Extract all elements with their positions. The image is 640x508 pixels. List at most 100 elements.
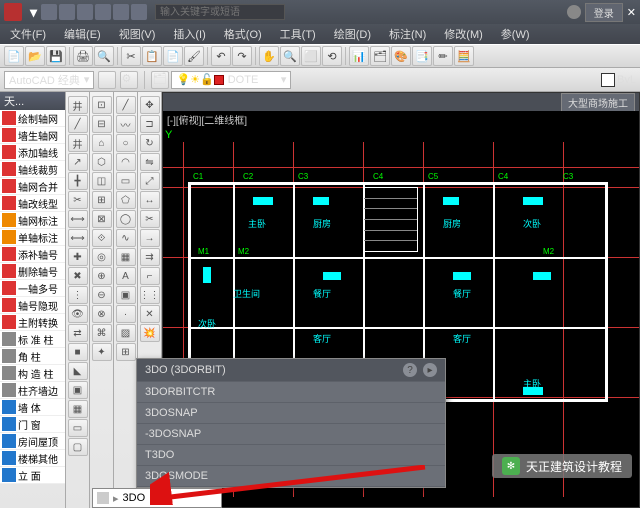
ext-icon[interactable]: ↗ <box>68 153 88 171</box>
d-spline-icon[interactable]: ∿ <box>116 229 136 247</box>
new-icon[interactable]: 📄 <box>4 46 24 66</box>
tian-item[interactable]: 轴线裁剪 <box>0 161 65 178</box>
viewport-label[interactable]: [-][俯视][二维线框] <box>163 111 639 127</box>
cut-icon[interactable]: ✂ <box>121 46 141 66</box>
workspace-select[interactable]: AutoCAD 经典▾ <box>4 71 94 89</box>
d-tbl-icon[interactable]: ⊞ <box>116 343 136 361</box>
menu-insert[interactable]: 插入(I) <box>169 24 209 44</box>
menu-format[interactable]: 格式(O) <box>220 24 266 44</box>
btn-c7[interactable]: ⊠ <box>92 210 112 228</box>
tian-item[interactable]: 墙生轴网 <box>0 127 65 144</box>
d-circle-icon[interactable]: ○ <box>116 134 136 152</box>
trim-icon[interactable]: ✂ <box>68 191 88 209</box>
qat-save-icon[interactable] <box>77 4 93 20</box>
d-arc-icon[interactable]: ◠ <box>116 153 136 171</box>
d-reg-icon[interactable]: ▨ <box>116 324 136 342</box>
tian-item[interactable]: 柱齐墙边 <box>0 382 65 399</box>
tian-item[interactable]: 标 准 柱 <box>0 331 65 348</box>
qat-undo-icon[interactable] <box>95 4 111 20</box>
ws-settings-icon[interactable] <box>98 71 116 89</box>
open-icon[interactable]: 📂 <box>25 46 45 66</box>
ac-item[interactable]: 3DORBITCTR <box>137 382 445 403</box>
d-line-icon[interactable]: ╱ <box>116 96 136 114</box>
btn-c5[interactable]: ◫ <box>92 172 112 190</box>
d-pline-icon[interactable]: 〰 <box>116 115 136 133</box>
d-hatch-icon[interactable]: ▦ <box>116 248 136 266</box>
hide-icon[interactable]: 👁 <box>68 305 88 323</box>
menu-modify[interactable]: 修改(M) <box>440 24 487 44</box>
add-icon[interactable]: ✚ <box>68 248 88 266</box>
btn15[interactable]: ◣ <box>68 362 88 380</box>
login-icon[interactable] <box>567 5 581 19</box>
tian-item[interactable]: 构 造 柱 <box>0 365 65 382</box>
match-icon[interactable]: 🖌 <box>184 46 204 66</box>
ac-item[interactable]: 3DOSNAP <box>137 403 445 424</box>
sheet-icon[interactable]: 📑 <box>412 46 432 66</box>
btn-c1[interactable]: ⊡ <box>92 96 112 114</box>
color-swatch[interactable] <box>601 73 615 87</box>
help-icon[interactable]: ? <box>403 363 417 377</box>
tian-item[interactable]: 轴号隐现 <box>0 297 65 314</box>
tian-item[interactable]: 绘制轴网 <box>0 110 65 127</box>
line-icon[interactable]: ╱ <box>68 115 88 133</box>
zoom-prev-icon[interactable]: ⟲ <box>322 46 342 66</box>
tian-item[interactable]: 门 窗 <box>0 416 65 433</box>
btn-c11[interactable]: ⊖ <box>92 286 112 304</box>
tian-item[interactable]: 轴网标注 <box>0 212 65 229</box>
save-icon[interactable]: 💾 <box>46 46 66 66</box>
d-rect-icon[interactable]: ▭ <box>116 172 136 190</box>
m-move-icon[interactable]: ✥ <box>140 96 160 114</box>
m-rot-icon[interactable]: ↻ <box>140 134 160 152</box>
props-icon[interactable]: 📊 <box>349 46 369 66</box>
calc-icon[interactable]: 🧮 <box>454 46 474 66</box>
d-pt-icon[interactable]: · <box>116 305 136 323</box>
btn-c13[interactable]: ⌘ <box>92 324 112 342</box>
tian-item[interactable]: 添补轴号 <box>0 246 65 263</box>
btn16[interactable]: ▣ <box>68 381 88 399</box>
preview-icon[interactable]: 🔍 <box>94 46 114 66</box>
exchange-icon[interactable]: ✕ <box>627 6 636 19</box>
tian-item[interactable]: 轴网合并 <box>0 178 65 195</box>
tian-item[interactable]: 轴改线型 <box>0 195 65 212</box>
conv-icon[interactable]: ⇄ <box>68 324 88 342</box>
ws-gear-icon[interactable]: ⚙ <box>120 71 138 89</box>
m-exp-icon[interactable]: 💥 <box>140 324 160 342</box>
drawing-tab[interactable]: 大型商场施工 <box>561 93 635 112</box>
qat-redo-icon[interactable] <box>113 4 129 20</box>
m-copy-icon[interactable]: ⊐ <box>140 115 160 133</box>
d-poly-icon[interactable]: ⬠ <box>116 191 136 209</box>
d-block-icon[interactable]: ▣ <box>116 286 136 304</box>
command-input[interactable] <box>123 492 213 504</box>
search-input[interactable] <box>155 4 285 20</box>
tian-item[interactable]: 添加轴线 <box>0 144 65 161</box>
zoom-win-icon[interactable]: ⬜ <box>301 46 321 66</box>
grid2-icon[interactable]: 井 <box>68 134 88 152</box>
m-fil-icon[interactable]: ⌐ <box>140 267 160 285</box>
layer-selector[interactable]: 💡 ☀ 🔓 DOTE ▾ <box>171 71 291 89</box>
redo-icon[interactable]: ↷ <box>232 46 252 66</box>
qat-new-icon[interactable] <box>41 4 57 20</box>
copy-icon[interactable]: 📋 <box>142 46 162 66</box>
undo-icon[interactable]: ↶ <box>211 46 231 66</box>
ac-item[interactable]: 3DO (3DORBIT)?▸ <box>137 359 445 382</box>
tian-item[interactable]: 角 柱 <box>0 348 65 365</box>
d-text-icon[interactable]: A <box>116 267 136 285</box>
btn-c12[interactable]: ⊗ <box>92 305 112 323</box>
btn-c9[interactable]: ◎ <box>92 248 112 266</box>
tian-item[interactable]: 墙 体 <box>0 399 65 416</box>
menu-draw[interactable]: 绘图(D) <box>330 24 375 44</box>
btn14[interactable]: ■ <box>68 343 88 361</box>
pan-icon[interactable]: ✋ <box>259 46 279 66</box>
btn-c14[interactable]: ✦ <box>92 343 112 361</box>
m-str-icon[interactable]: ↔ <box>140 191 160 209</box>
print-icon[interactable]: 🖨 <box>73 46 93 66</box>
m-scale-icon[interactable]: ⤢ <box>140 172 160 190</box>
m-trim-icon[interactable]: ✂ <box>140 210 160 228</box>
m-off-icon[interactable]: ⇉ <box>140 248 160 266</box>
m-arr-icon[interactable]: ⋮⋮ <box>140 286 160 304</box>
login-button[interactable]: 登录 <box>585 3 623 22</box>
tian-item[interactable]: 立 面 <box>0 467 65 484</box>
multi-icon[interactable]: ⋮ <box>68 286 88 304</box>
zoom-icon[interactable]: 🔍 <box>280 46 300 66</box>
menu-param[interactable]: 参(W) <box>497 24 534 44</box>
